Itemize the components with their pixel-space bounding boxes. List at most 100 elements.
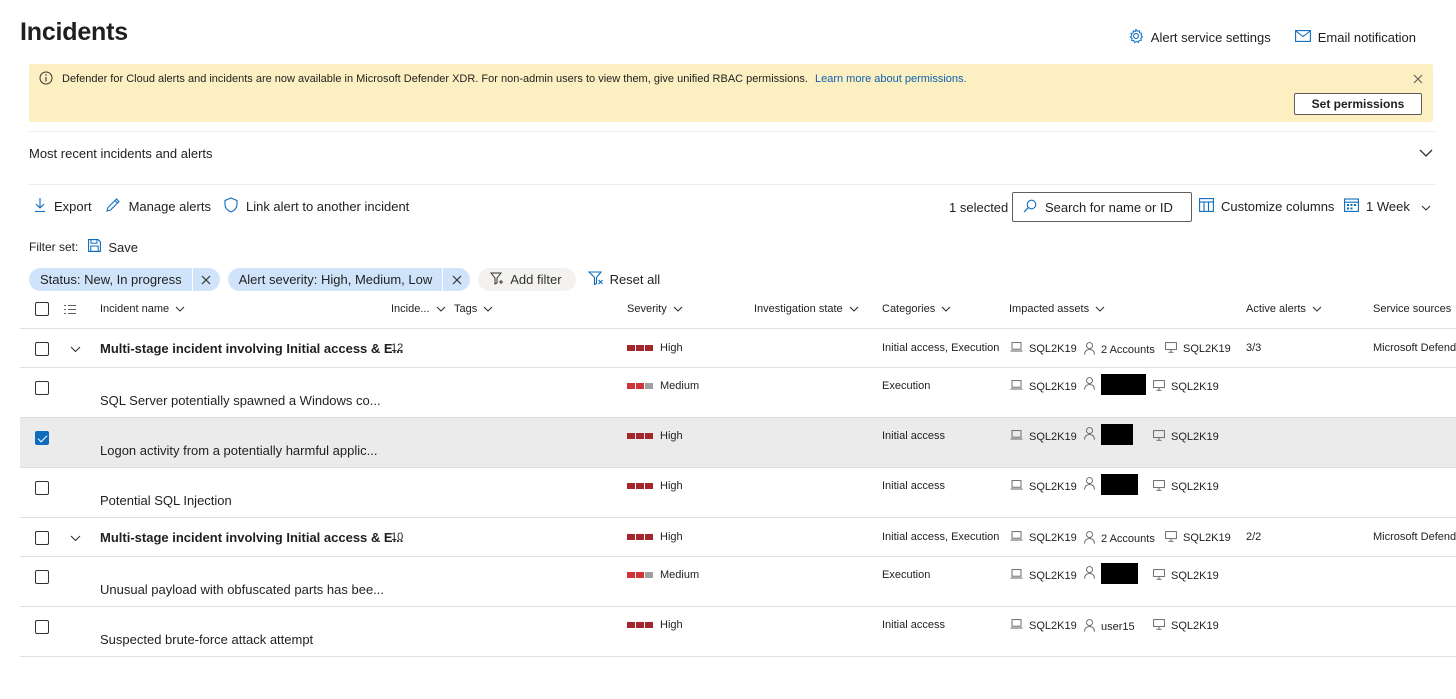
incident-row[interactable]: Multi-stage incident involving Initial a… [20,329,1456,368]
device-asset[interactable]: SQL2K19 [1010,619,1077,632]
category: Initial access [882,430,945,442]
device-asset[interactable]: SQL2K19 [1010,531,1077,544]
row-checkbox[interactable] [35,381,49,395]
person-icon [1084,376,1095,393]
alert-name[interactable]: SQL Server potentially spawned a Windows… [100,393,381,408]
link-alert-button[interactable]: Link alert to another incident [224,196,409,216]
select-all-checkbox[interactable] [35,302,49,316]
device-asset[interactable]: SQL2K19 [1010,380,1077,393]
machine-asset[interactable]: SQL2K19 [1153,619,1219,633]
user-asset[interactable]: 2 Accounts [1084,531,1155,547]
row-checkbox[interactable] [35,431,49,445]
list-view-icon[interactable] [64,304,76,318]
chevron-down-icon[interactable] [70,533,81,545]
device-asset[interactable]: SQL2K19 [1010,569,1077,582]
laptop-icon [1010,430,1023,443]
user-asset[interactable] [1084,424,1133,445]
column-severity[interactable]: Severity [627,303,683,315]
user-asset[interactable] [1084,563,1138,584]
alert-name[interactable]: Potential SQL Injection [100,493,232,508]
close-icon[interactable] [1413,72,1423,87]
set-permissions-button[interactable]: Set permissions [1294,93,1422,115]
add-filter-button[interactable]: Add filter [478,268,576,291]
export-label: Export [54,198,92,214]
time-range-dropdown[interactable]: 1 Week [1344,196,1431,216]
person-icon [1084,342,1095,358]
incident-name[interactable]: Multi-stage incident involving Initial a… [100,341,403,356]
chevron-down-icon[interactable] [1419,146,1433,161]
learn-more-permissions-link[interactable]: Learn more about permissions. [815,73,967,85]
search-input[interactable] [1045,199,1175,215]
close-icon[interactable] [442,268,470,291]
column-active-alerts[interactable]: Active alerts [1246,303,1322,315]
close-icon[interactable] [191,268,220,291]
row-checkbox[interactable] [35,570,49,584]
severity-indicator: High [627,430,683,442]
machine-asset[interactable]: SQL2K19 [1153,380,1219,394]
recent-incidents-section[interactable]: Most recent incidents and alerts [29,131,1435,185]
search-box[interactable] [1012,192,1192,222]
alert-name[interactable]: Suspected brute-force attack attempt [100,632,313,647]
person-icon [1084,426,1095,443]
column-investigation-state[interactable]: Investigation state [754,303,859,315]
incident-id: 10 [391,531,404,543]
user-asset[interactable]: user15 [1084,619,1135,635]
monitor-icon [1153,480,1165,494]
column-tags[interactable]: Tags [454,303,493,315]
column-categories[interactable]: Categories [882,303,951,315]
redacted-user [1101,374,1146,395]
alert-name[interactable]: Unusual payload with obfuscated parts ha… [100,582,384,597]
device-asset[interactable]: SQL2K19 [1010,342,1077,355]
alert-row[interactable]: SQL Server potentially spawned a Windows… [20,368,1456,418]
alert-row[interactable]: Unusual payload with obfuscated parts ha… [20,557,1456,607]
customize-columns-button[interactable]: Customize columns [1199,196,1334,216]
filter-chip-label[interactable]: Status: New, In progress [29,272,192,287]
person-icon [1084,619,1095,635]
machine-asset[interactable]: SQL2K19 [1153,480,1219,494]
column-impacted-assets[interactable]: Impacted assets [1009,303,1105,315]
column-label: Tags [454,303,478,315]
device-asset[interactable]: SQL2K19 [1010,430,1077,443]
monitor-icon [1153,569,1165,583]
machine-asset[interactable]: SQL2K19 [1153,569,1219,583]
column-incident-name[interactable]: Incident name [100,303,185,315]
row-checkbox[interactable] [35,342,49,356]
alert-row[interactable]: Potential SQL Injection High Initial acces… [20,468,1456,518]
user-asset[interactable]: 2 Accounts [1084,342,1155,358]
row-checkbox[interactable] [35,481,49,495]
info-icon [39,71,53,88]
chevron-down-icon[interactable] [70,344,81,356]
machine-name: SQL2K19 [1171,431,1219,443]
alert-row[interactable]: Logon activity from a potentially harmfu… [20,418,1456,468]
row-checkbox[interactable] [35,620,49,634]
filter-chip-label[interactable]: Alert severity: High, Medium, Low [228,272,443,287]
manage-alerts-button[interactable]: Manage alerts [105,196,211,216]
severity-bars [627,534,653,540]
export-button[interactable]: Export [34,196,92,216]
column-incident-id[interactable]: Incide... [391,303,446,315]
filter-chip-status[interactable]: Status: New, In progress [29,268,220,291]
email-notification-button[interactable]: Email notification [1294,28,1416,47]
category: Initial access, Execution [882,342,1000,354]
alert-row[interactable]: Suspected brute-force attack attempt High… [20,607,1456,657]
alert-name[interactable]: Logon activity from a potentially harmfu… [100,443,377,458]
alert-service-settings-button[interactable]: Alert service settings [1128,28,1271,47]
reset-all-button[interactable]: Reset all [584,270,660,289]
user-asset[interactable] [1084,374,1146,395]
filter-chip-alert-severity[interactable]: Alert severity: High, Medium, Low [227,268,471,291]
row-checkbox[interactable] [35,531,49,545]
monitor-icon [1165,531,1177,545]
save-filter-button[interactable]: Save [88,239,138,255]
severity-label: High [660,430,683,442]
severity-label: High [660,619,683,631]
machine-asset[interactable]: SQL2K19 [1153,430,1219,444]
machine-asset[interactable]: SQL2K19 [1165,531,1231,545]
page-title: Incidents [20,18,128,46]
machine-asset[interactable]: SQL2K19 [1165,342,1231,356]
user-asset[interactable] [1084,474,1138,495]
column-service-sources[interactable]: Service sources [1373,303,1451,315]
customize-columns-label: Customize columns [1221,198,1335,214]
device-asset[interactable]: SQL2K19 [1010,480,1077,493]
incident-name[interactable]: Multi-stage incident involving Initial a… [100,530,403,545]
incident-row[interactable]: Multi-stage incident involving Initial a… [20,518,1456,557]
